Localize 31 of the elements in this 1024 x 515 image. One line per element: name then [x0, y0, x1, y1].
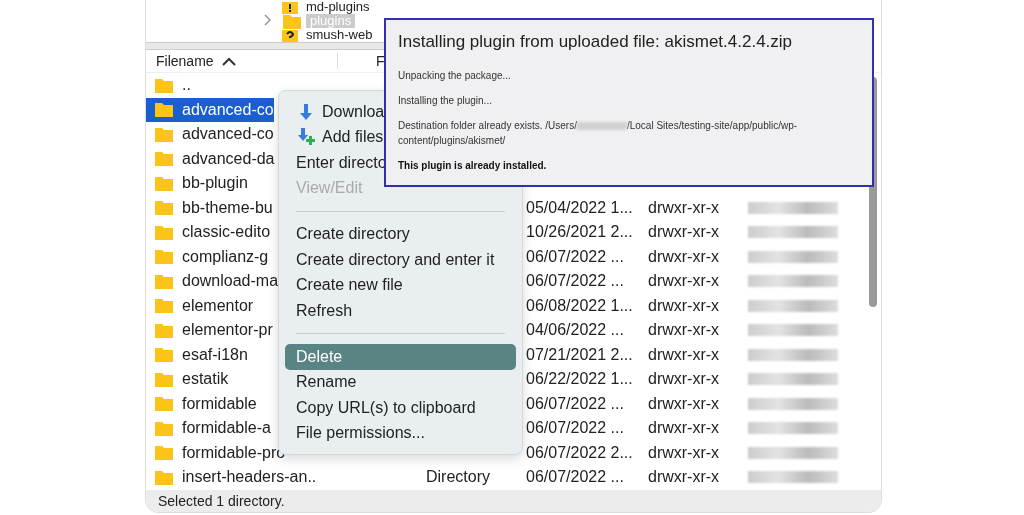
dialog-message: Installing the plugin...: [398, 94, 493, 108]
modified-date: 05/04/2022 1...: [526, 198, 633, 216]
modified-date: 06/07/2022 ...: [526, 394, 624, 412]
permissions: drwxr-xr-x: [648, 223, 720, 241]
modified-date: 06/22/2022 1...: [526, 370, 633, 388]
permissions: drwxr-xr-x: [648, 468, 720, 486]
permissions: drwxr-xr-x: [648, 272, 720, 290]
modified-date: 07/21/2021 2...: [526, 345, 633, 363]
modified-date: 06/07/2022 ...: [526, 419, 624, 437]
permissions: drwxr-xr-x: [648, 345, 720, 363]
modified-date: 06/07/2022 ...: [526, 247, 624, 265]
permissions: drwxr-xr-x: [648, 296, 720, 314]
modified-date: 06/08/2022 1...: [526, 296, 633, 314]
modified-date: 06/07/2022 2...: [526, 443, 633, 461]
permissions: drwxr-xr-x: [648, 198, 720, 216]
modified-date: 06/07/2022 ...: [526, 468, 624, 486]
permissions: drwxr-xr-x: [648, 370, 720, 388]
permissions: drwxr-xr-x: [648, 394, 720, 412]
permissions: drwxr-xr-x: [648, 321, 720, 339]
dialog-message: Destination folder already exists. /Users/ /Local Sites/testing-site/app/public/wp-content/plugins/akismet/: [398, 119, 799, 148]
status-bar: Selected 1 directory.: [146, 490, 881, 512]
modified-date: 04/06/2022 ...: [526, 321, 624, 339]
permissions: drwxr-xr-x: [648, 443, 720, 461]
dialog-title: Installing plugin from uploaded file: akismet.4.2.4.zip: [398, 32, 794, 52]
modified-date: 06/07/2022 ...: [526, 272, 624, 290]
dialog-message: This plugin is already installed.: [398, 159, 548, 173]
modified-date: 10/26/2021 2...: [526, 223, 633, 241]
permissions: drwxr-xr-x: [648, 247, 720, 265]
dialog-message: Unpacking the package...: [398, 69, 512, 83]
permissions: drwxr-xr-x: [648, 419, 720, 437]
file-type: Directory: [426, 468, 490, 486]
